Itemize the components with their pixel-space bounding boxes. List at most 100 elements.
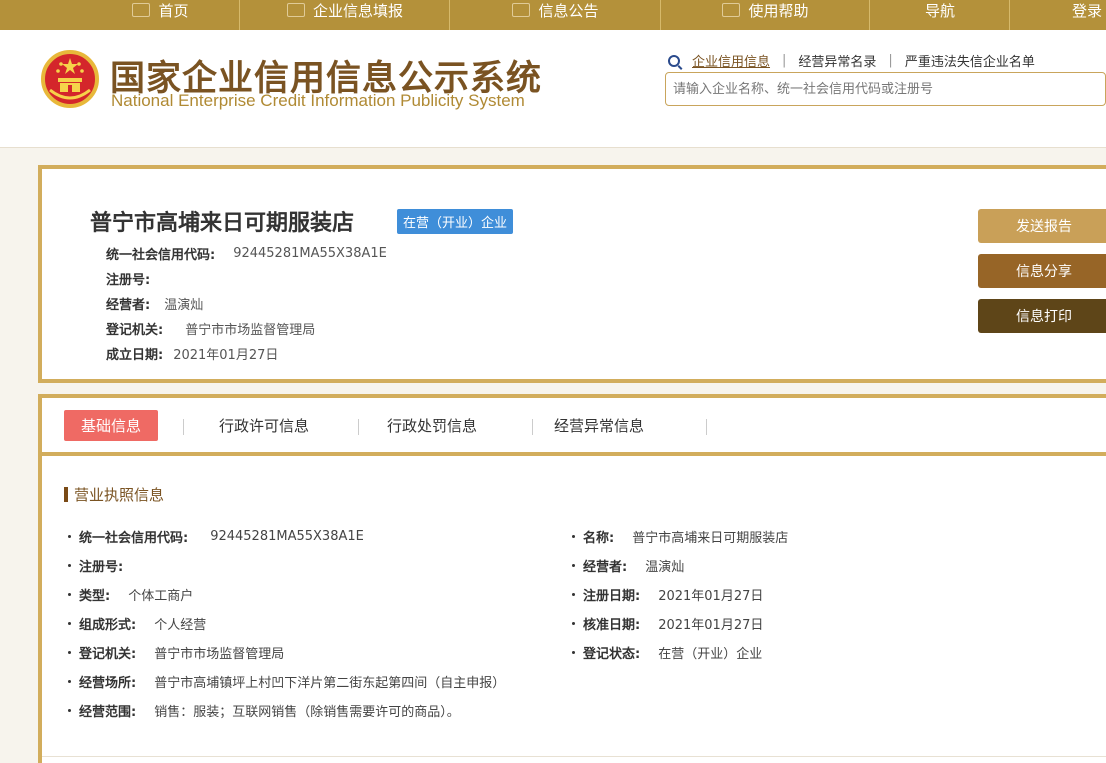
nav-item-label: 导航 (924, 1, 955, 20)
field-value: 2021年01月27日 (658, 589, 764, 604)
field-label: 登记机关: (79, 647, 137, 662)
quick-links: 企业信用信息 | 经营异常名录 | 严重违法失信企业名单 (668, 51, 1035, 70)
field-value: 温演灿 (645, 560, 685, 575)
send-report-button[interactable]: 发送报告 (978, 209, 1106, 243)
search-box (665, 72, 1106, 106)
info-value: 92445281MA55X38A1E (233, 246, 387, 261)
nav-item-label: 登录 (1071, 1, 1102, 20)
info-row: 登记机关: 普宁市市场监督管理局 (106, 316, 387, 341)
info-label: 注册号: (106, 273, 151, 288)
nav-item-label: 企业信息填报 (312, 1, 403, 20)
field-value: 普宁市市场监督管理局 (154, 647, 285, 662)
search-input[interactable] (666, 73, 1105, 105)
license-field: 登记机关: 普宁市市场监督管理局 (68, 638, 505, 667)
field-label: 注册号: (79, 560, 124, 575)
field-value: 92445281MA55X38A1E (210, 529, 364, 544)
nav-item-announcements[interactable]: 信息公告 (451, 0, 661, 30)
separator: | (782, 53, 787, 68)
license-field: 类型: 个体工商户 (68, 580, 505, 609)
field-label: 类型: (79, 589, 111, 604)
field-value: 普宁市高埔镇坪上村凹下洋片第二街东起第四间（自主申报） (154, 676, 506, 691)
section-title-text: 营业执照信息 (74, 486, 165, 504)
bullet (572, 535, 575, 538)
field-value: 个人经营 (154, 618, 207, 633)
field-value: 2021年01月27日 (658, 618, 764, 633)
tab-abnormal-operation[interactable]: 经营异常信息 (554, 415, 644, 436)
top-nav-bar: 首页 企业信息填报 信息公告 使用帮助 导航 登录 (0, 0, 1106, 30)
bullet (68, 622, 71, 625)
tab-separator (706, 419, 707, 435)
nav-item-help[interactable]: 使用帮助 (662, 0, 870, 30)
divider (42, 756, 1106, 757)
bullet (68, 593, 71, 596)
field-label: 注册日期: (583, 589, 641, 604)
license-field: 经营场所: 普宁市高埔镇坪上村凹下洋片第二街东起第四间（自主申报） (68, 667, 505, 696)
print-info-button[interactable]: 信息打印 (978, 299, 1106, 333)
nav-item-label: 使用帮助 (748, 1, 809, 20)
license-field: 注册号: (68, 551, 505, 580)
license-field: 组成形式: 个人经营 (68, 609, 505, 638)
license-field: 登记状态: 在营（开业）企业 (572, 638, 788, 667)
nav-item-label: 首页 (158, 1, 189, 20)
license-field: 注册日期: 2021年01月27日 (572, 580, 788, 609)
nav-item-navigation[interactable]: 导航 (871, 0, 1010, 30)
field-label: 经营场所: (79, 676, 137, 691)
company-info-list: 统一社会信用代码: 92445281MA55X38A1E 注册号: 经营者: 温… (106, 241, 387, 366)
field-label: 组成形式: (79, 618, 137, 633)
license-field: 经营范围: 销售：服装；互联网销售（除销售需要许可的商品）。 (68, 696, 505, 725)
field-value: 个体工商户 (128, 589, 194, 604)
tab-admin-license[interactable]: 行政许可信息 (219, 415, 309, 436)
status-badge: 在营（开业）企业 (397, 209, 514, 234)
quick-link-dishonest-list[interactable]: 严重违法失信企业名单 (905, 51, 1035, 70)
pen-icon (286, 3, 305, 17)
field-label: 登记状态: (583, 647, 641, 662)
info-value: 2021年01月27日 (173, 348, 279, 363)
bullet (572, 593, 575, 596)
section-title: 营业执照信息 (64, 484, 164, 505)
info-row: 经营者: 温演灿 (106, 291, 387, 316)
bullet (572, 622, 575, 625)
quick-link-credit-info[interactable]: 企业信用信息 (692, 51, 770, 70)
license-fields-right: 名称: 普宁市高埔来日可期服装店 经营者: 温演灿 注册日期: 2021年01月27日… (572, 522, 788, 667)
separator: | (888, 53, 893, 68)
bullet (68, 651, 71, 654)
info-label: 登记机关: (106, 323, 164, 338)
info-label: 经营者: (106, 298, 151, 313)
tab-separator (358, 419, 359, 435)
home-icon (132, 3, 151, 17)
national-emblem-icon (41, 50, 99, 108)
tab-basic-info[interactable]: 基础信息 (64, 409, 159, 441)
info-row: 成立日期: 2021年01月27日 (106, 341, 387, 366)
bullet (68, 535, 71, 538)
share-info-button[interactable]: 信息分享 (978, 254, 1106, 288)
detail-panel: 基础信息 行政许可信息 行政处罚信息 经营异常信息 营业执照信息 统一社会信用代… (38, 394, 1106, 763)
nav-item-label: 信息公告 (538, 1, 599, 20)
info-row: 统一社会信用代码: 92445281MA55X38A1E (106, 241, 387, 266)
section-marker (64, 487, 68, 502)
site-title-en: National Enterprise Credit Information P… (111, 91, 525, 110)
info-label: 成立日期: (106, 348, 164, 363)
tab-bar: 基础信息 行政许可信息 行政处罚信息 经营异常信息 (42, 398, 1106, 456)
nav-item-enterprise-report[interactable]: 企业信息填报 (241, 0, 450, 30)
info-label: 统一社会信用代码: (106, 248, 216, 263)
field-value: 普宁市高埔来日可期服装店 (632, 531, 789, 546)
license-fields-left: 统一社会信用代码: 92445281MA55X38A1E 注册号: 类型: 个体工商… (68, 522, 505, 725)
bullet (572, 564, 575, 567)
company-summary-card: 普宁市高埔来日可期服装店 在营（开业）企业 统一社会信用代码: 92445281… (38, 165, 1106, 383)
nav-item-login[interactable]: 登录 (1011, 0, 1106, 30)
field-label: 经营范围: (79, 705, 137, 720)
bullet (572, 651, 575, 654)
license-field: 名称: 普宁市高埔来日可期服装店 (572, 522, 788, 551)
quick-link-abnormal-list[interactable]: 经营异常名录 (798, 51, 876, 70)
tab-admin-penalty[interactable]: 行政处罚信息 (387, 415, 477, 436)
document-icon (512, 3, 531, 17)
field-value: 销售：服装；互联网销售（除销售需要许可的商品）。 (154, 705, 460, 720)
field-label: 名称: (583, 531, 615, 546)
field-value: 在营（开业）企业 (658, 647, 763, 662)
nav-item-home[interactable]: 首页 (82, 0, 240, 30)
search-icon (668, 54, 680, 67)
field-label: 核准日期: (583, 618, 641, 633)
field-label: 经营者: (583, 560, 628, 575)
site-header: 国家企业信用信息公示系统 National Enterprise Credit … (0, 30, 1106, 148)
bullet (68, 709, 71, 712)
